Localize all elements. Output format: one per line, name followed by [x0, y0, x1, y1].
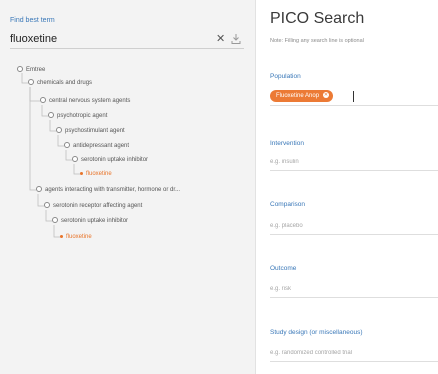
tree-node-icon	[56, 127, 62, 134]
comparison-field[interactable]	[270, 217, 438, 235]
tree-leaf-icon	[80, 171, 83, 175]
tree-node-icon	[48, 112, 54, 119]
intervention-field[interactable]	[270, 153, 438, 171]
tree-node[interactable]: chemicals and drugs	[28, 79, 92, 87]
pico-search-app: Find best term ✕	[0, 0, 438, 374]
outcome-input[interactable]	[270, 282, 430, 296]
intervention-label: Intervention	[270, 140, 304, 147]
tree-node[interactable]: psychostimulant agent	[56, 127, 125, 135]
tree-node[interactable]: antidepressant agent	[64, 142, 129, 150]
study-design-label: Study design (or miscellaneous)	[270, 329, 363, 336]
tree-node-icon	[52, 217, 58, 224]
form-note: Note: Filling any search line is optiona…	[270, 38, 364, 44]
comparison-input[interactable]	[270, 219, 430, 233]
tree-node[interactable]: agents interacting with transmitter, hor…	[36, 186, 180, 194]
close-icon[interactable]: ✕	[323, 92, 330, 99]
tree-node[interactable]: serotonin uptake inhibitor	[52, 217, 128, 225]
tree-node[interactable]: serotonin receptor affecting agent	[44, 202, 142, 210]
outcome-field[interactable]	[270, 280, 438, 298]
intervention-input[interactable]	[270, 155, 430, 169]
tree-node-icon	[64, 142, 70, 149]
tree-leaf-icon	[60, 234, 63, 238]
study-design-field[interactable]	[270, 344, 438, 362]
comparison-label: Comparison	[270, 201, 306, 208]
population-field[interactable]: Fluoxetine Anop ✕	[270, 88, 438, 106]
tree-node-icon	[17, 66, 23, 73]
tree-node[interactable]: central nervous system agents	[40, 97, 130, 105]
term-browser-panel: Find best term ✕	[0, 0, 256, 374]
tree-node[interactable]: serotonin uptake inhibitor	[72, 156, 148, 164]
population-label: Population	[270, 73, 301, 80]
tree-node-icon	[72, 156, 78, 163]
tree-node[interactable]: Emtree	[17, 66, 45, 74]
population-chip[interactable]: Fluoxetine Anop ✕	[270, 90, 334, 102]
tree-node-icon	[28, 79, 34, 86]
pico-form-panel: PICO Search Note: Filling any search lin…	[256, 0, 438, 374]
page-title: PICO Search	[270, 10, 365, 27]
tree-node-icon	[40, 97, 46, 104]
study-design-input[interactable]	[270, 346, 430, 360]
outcome-label: Outcome	[270, 265, 297, 272]
tree-leaf[interactable]: fluoxetine	[60, 233, 92, 241]
text-cursor	[353, 91, 354, 102]
tree-node-icon	[36, 186, 42, 193]
tree-node-icon	[44, 202, 50, 209]
tree-leaf[interactable]: fluoxetine	[80, 170, 112, 178]
tree-node[interactable]: psychotropic agent	[48, 112, 107, 120]
